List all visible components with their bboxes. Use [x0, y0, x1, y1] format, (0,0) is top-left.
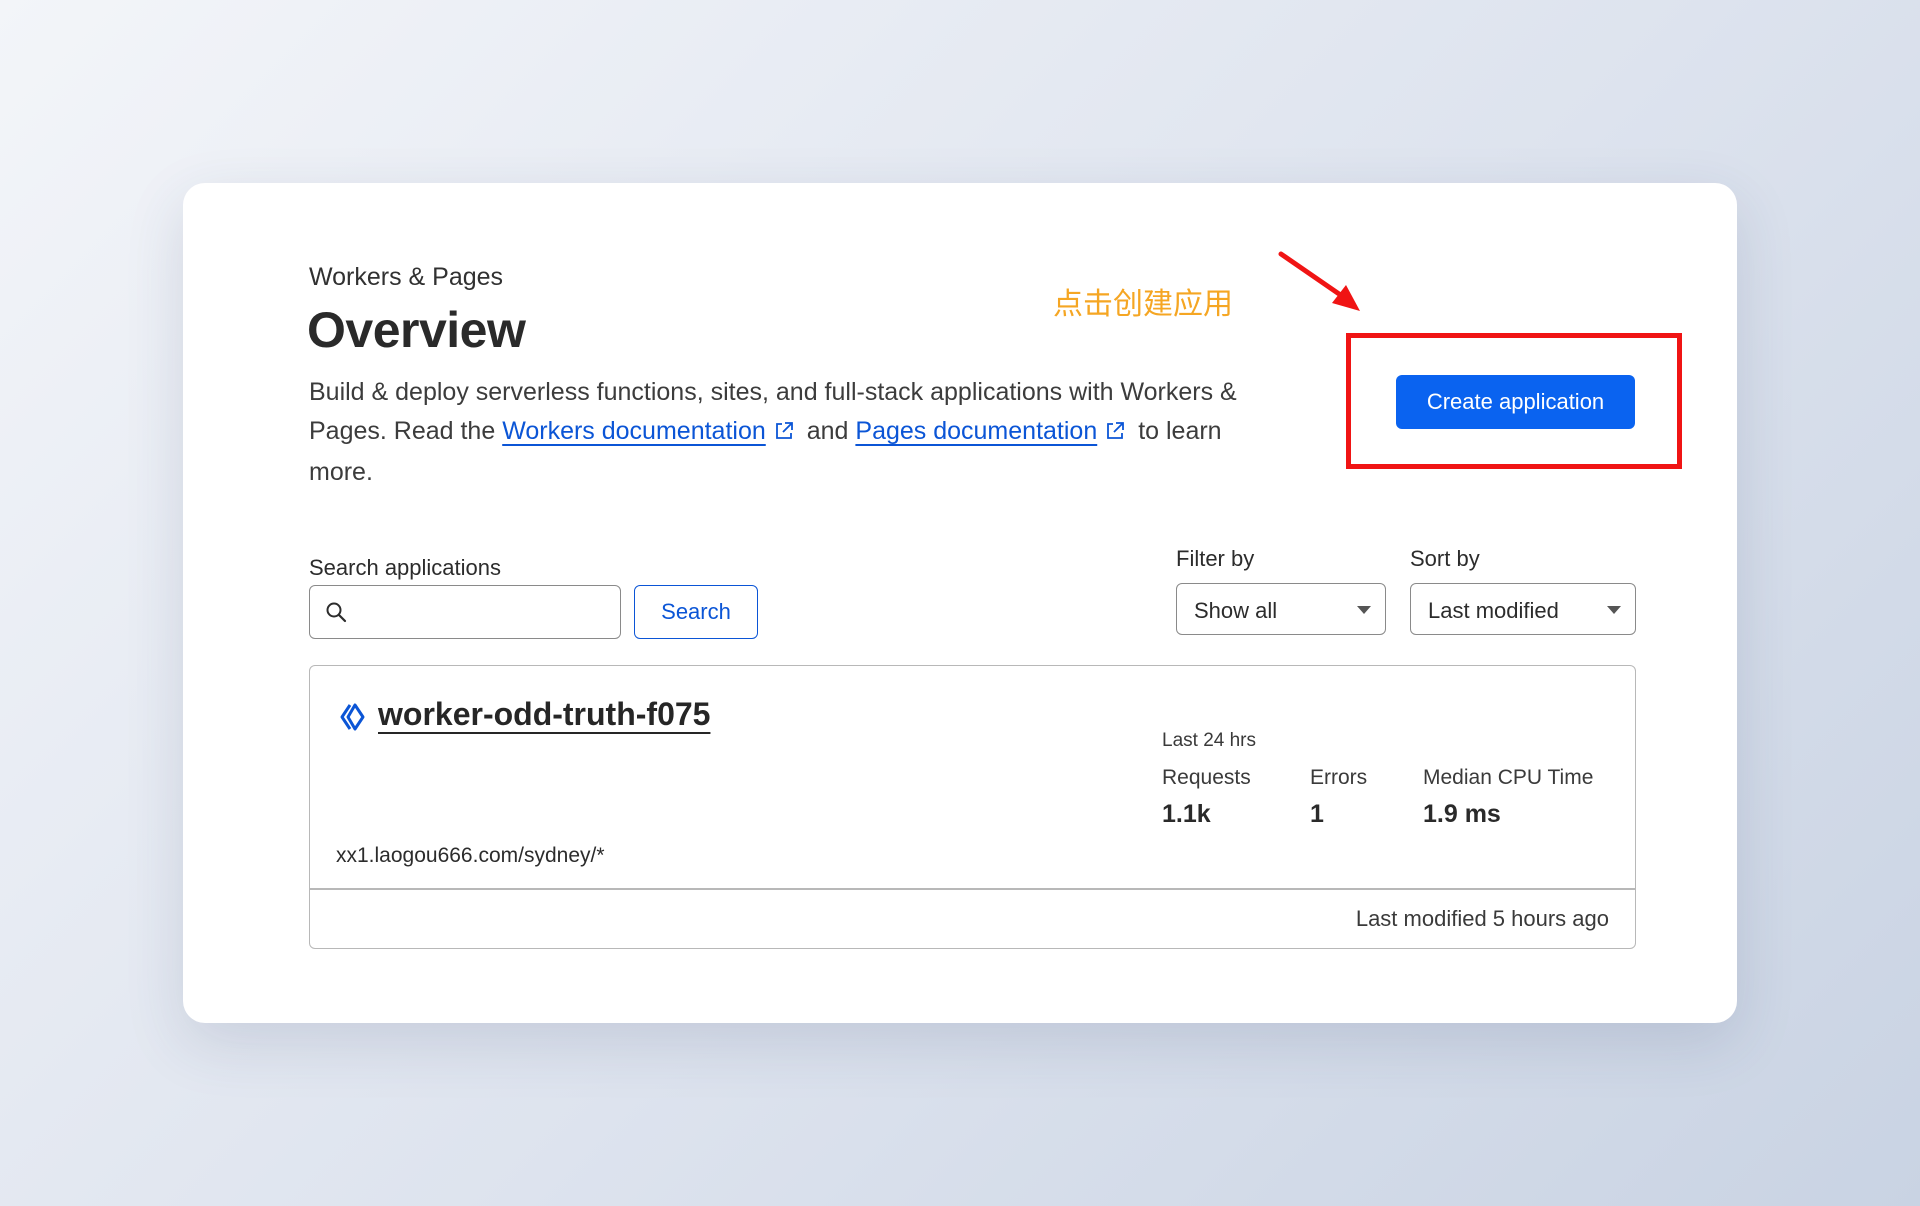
sort-selected-value: Last modified [1428, 598, 1559, 623]
application-name-link[interactable]: worker-odd-truth-f075 [378, 696, 710, 733]
search-label: Search applications [309, 555, 502, 580]
metric-label-cpu-time: Median CPU Time [1423, 766, 1594, 789]
overview-card: Workers & Pages Overview Build & deploy … [183, 183, 1737, 1023]
breadcrumb[interactable]: Workers & Pages [309, 263, 503, 292]
external-link-icon [1105, 414, 1125, 453]
sort-label: Sort by [1410, 546, 1480, 571]
worker-icon [338, 702, 368, 737]
card-divider [310, 888, 1635, 890]
search-input[interactable] [360, 592, 614, 632]
annotation-text: 点击创建应用 [1053, 288, 1233, 321]
caret-down-icon [1357, 606, 1371, 614]
page-description: Build & deploy serverless functions, sit… [309, 373, 1289, 492]
external-link-icon [774, 414, 794, 453]
caret-down-icon [1607, 606, 1621, 614]
application-route: xx1.laogou666.com/sydney/* [336, 844, 605, 867]
page-title: Overview [307, 302, 526, 358]
search-field[interactable] [309, 585, 621, 639]
filter-selected-value: Show all [1194, 598, 1278, 623]
filter-label: Filter by [1176, 546, 1255, 571]
metric-value-errors: 1 [1310, 800, 1324, 828]
metric-label-errors: Errors [1310, 766, 1368, 789]
last-modified-text: Last modified 5 hours ago [1355, 906, 1609, 931]
metric-value-cpu-time: 1.9 ms [1423, 800, 1501, 828]
metric-value-requests: 1.1k [1162, 800, 1211, 828]
annotation-arrow-icon [1276, 249, 1366, 324]
application-card: worker-odd-truth-f075 Last 24 hrs Reques… [309, 665, 1636, 949]
create-application-button[interactable]: Create application [1396, 375, 1635, 429]
metric-label-requests: Requests [1162, 766, 1251, 789]
pages-documentation-link[interactable]: Pages documentation [855, 417, 1097, 445]
search-button[interactable]: Search [634, 585, 758, 639]
metrics-period: Last 24 hrs [1162, 730, 1256, 751]
filter-select[interactable]: Show all [1176, 583, 1386, 635]
workers-documentation-link[interactable]: Workers documentation [502, 417, 766, 445]
search-icon [324, 600, 348, 629]
sort-select[interactable]: Last modified [1410, 583, 1636, 635]
description-and: and [806, 417, 849, 445]
